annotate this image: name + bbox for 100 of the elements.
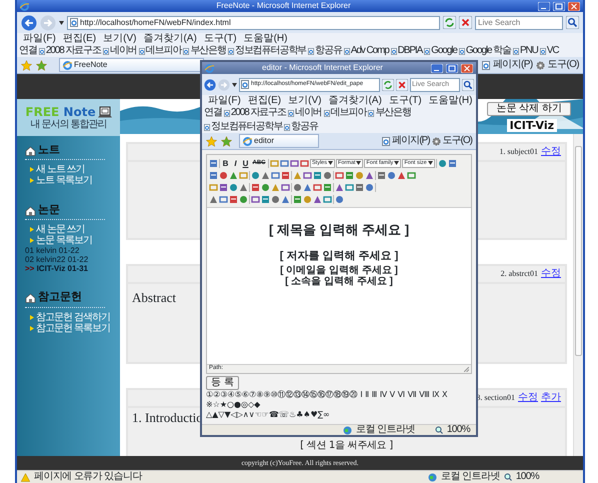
menu-item[interactable]: 즐겨찾기(A) <box>143 33 197 45</box>
link-item[interactable]: DBPIA <box>398 45 422 57</box>
format-button[interactable]: B <box>221 158 230 168</box>
link-item[interactable]: 항공유 <box>291 121 318 133</box>
link-item[interactable]: Adv Comp <box>350 45 389 57</box>
paper-link[interactable]: >> ICIT-Viz 01-31 <box>25 264 118 274</box>
scroll-thumb[interactable] <box>575 146 582 356</box>
browser-tab[interactable]: editor <box>239 134 319 148</box>
sidebar-link[interactable]: 논문 목록보기 <box>36 235 92 246</box>
sidebar-link[interactable]: 새 노트 쓰기 <box>36 164 85 176</box>
browser-icon <box>205 64 214 72</box>
scrollbar[interactable] <box>573 134 583 456</box>
back-button[interactable] <box>204 78 216 90</box>
tool-icon[interactable] <box>251 182 260 192</box>
menu-item[interactable]: 파일(F) <box>208 95 241 107</box>
tool-icon[interactable] <box>448 158 457 168</box>
tool-icon[interactable] <box>261 194 270 204</box>
sidebar-link[interactable]: 새 논문 쓰기 <box>36 224 85 236</box>
link-item[interactable]: 네이버 <box>110 45 137 57</box>
zoom-level[interactable]: 100% <box>516 471 539 483</box>
add-favorite-icon[interactable] <box>221 136 232 146</box>
tool-icon[interactable] <box>377 170 386 180</box>
close-button[interactable] <box>461 64 473 72</box>
minimize-button[interactable] <box>538 2 550 10</box>
section-input-field[interactable]: [ 섹션 1을 써주세요 ] <box>300 440 393 452</box>
tool-icon[interactable] <box>355 182 364 192</box>
submit-button[interactable]: 등 록 <box>206 376 239 390</box>
tool-icon[interactable] <box>229 194 238 204</box>
zoom-level[interactable]: 100% <box>446 424 470 436</box>
menu-item[interactable]: 편집(E) <box>248 95 282 107</box>
tool-icon[interactable] <box>219 182 228 192</box>
link-item[interactable]: VC <box>546 45 558 57</box>
menu-item[interactable]: 보기(V) <box>288 95 322 107</box>
stop-button[interactable] <box>459 16 472 29</box>
format-button[interactable]: U <box>241 158 250 168</box>
favorites-star-icon[interactable] <box>21 60 32 70</box>
stop-button[interactable] <box>396 78 408 90</box>
address-field[interactable]: http://localhost/homeFN/webFN/index.html <box>67 16 440 30</box>
link-item[interactable]: 네이버 <box>294 107 322 119</box>
minimize-button[interactable] <box>431 64 443 72</box>
back-button[interactable] <box>21 14 37 30</box>
edit-link[interactable]: 수정 <box>541 268 561 280</box>
link-item[interactable]: 부산은행 <box>375 107 411 119</box>
menu-item[interactable]: 도움말(H) <box>244 33 288 45</box>
maximize-button[interactable] <box>553 2 565 10</box>
refresh-button[interactable] <box>443 16 456 29</box>
page-menu[interactable]: 페이지(P) <box>492 59 533 71</box>
menu-item[interactable]: 도구(T) <box>388 95 422 107</box>
sidebar-heading: 참고문헌 <box>38 291 82 305</box>
search-button[interactable] <box>462 78 474 90</box>
tools-menu[interactable]: 도구(O) <box>442 135 472 147</box>
section-heading: 2. abstrct01 <box>500 269 538 279</box>
tool-icon[interactable] <box>281 170 290 180</box>
format-button[interactable]: I <box>231 158 240 168</box>
link-item[interactable]: Google <box>431 45 457 57</box>
link-item[interactable]: 데브피아 <box>146 45 182 57</box>
refresh-button[interactable] <box>382 78 394 90</box>
search-button[interactable] <box>566 16 579 29</box>
page-menu[interactable]: 페이지(P) <box>392 135 430 147</box>
page-icon <box>204 124 210 130</box>
menu-item[interactable]: 파일(F) <box>23 33 56 45</box>
link-item[interactable]: 부산은행 <box>190 45 226 57</box>
tool-icon[interactable] <box>293 194 302 204</box>
link-item[interactable]: 데브피아 <box>330 107 366 119</box>
link-item[interactable]: 항공유 <box>315 45 342 57</box>
menu-item[interactable]: 도구(T) <box>204 33 237 45</box>
maximize-button[interactable] <box>446 64 458 72</box>
edit-link[interactable]: 수정 <box>518 392 538 404</box>
favorites-star-icon[interactable] <box>206 136 217 146</box>
sidebar-link[interactable]: 참고문헌 검색하기 <box>36 312 110 323</box>
house-icon <box>25 206 36 216</box>
tool-icon[interactable] <box>209 158 218 168</box>
browser-tab[interactable]: FreeNote <box>59 58 204 72</box>
window-title: editor - Microsoft Internet Explorer <box>261 63 384 73</box>
sidebar-link[interactable]: 노트 목록보기 <box>36 175 92 186</box>
close-button[interactable] <box>568 2 580 10</box>
link-item[interactable]: 정보컴퓨터공학부 <box>234 45 306 57</box>
tool-icon[interactable] <box>323 182 332 192</box>
tool-icon[interactable] <box>313 170 322 180</box>
link-item[interactable]: 정보컴퓨터공학부 <box>211 121 282 133</box>
delete-paper-button[interactable]: 논문 삭제 하기 <box>487 102 571 116</box>
link-item[interactable]: Google 학술 <box>466 45 511 57</box>
edit-link[interactable]: 추가 <box>541 392 561 404</box>
menu-item[interactable]: 즐겨찾기(A) <box>328 95 382 107</box>
menu-item[interactable]: 보기(V) <box>103 33 136 45</box>
menu-item[interactable]: 도움말(H) <box>428 95 472 107</box>
paper-link[interactable]: 01 kelvin 01-22 <box>25 246 118 256</box>
tools-menu[interactable]: 도구(O) <box>548 59 579 71</box>
tool-icon[interactable] <box>345 170 354 180</box>
link-item[interactable]: PNU <box>520 45 538 57</box>
add-favorite-icon[interactable] <box>36 60 47 70</box>
search-field[interactable]: Live Search <box>475 16 563 30</box>
sidebar-link[interactable]: 참고문헌 목록보기 <box>36 322 110 334</box>
menu-item[interactable]: 편집(E) <box>62 33 96 45</box>
paper-link[interactable]: 02 kelvin22 01-22 <box>25 255 118 264</box>
link-item[interactable]: 2008 자료구조 <box>46 45 101 57</box>
link-item[interactable]: 2008 자료구조 <box>230 107 286 119</box>
edit-link[interactable]: 수정 <box>541 146 561 158</box>
tool-icon[interactable] <box>209 170 218 180</box>
tool-icon[interactable] <box>438 158 447 168</box>
